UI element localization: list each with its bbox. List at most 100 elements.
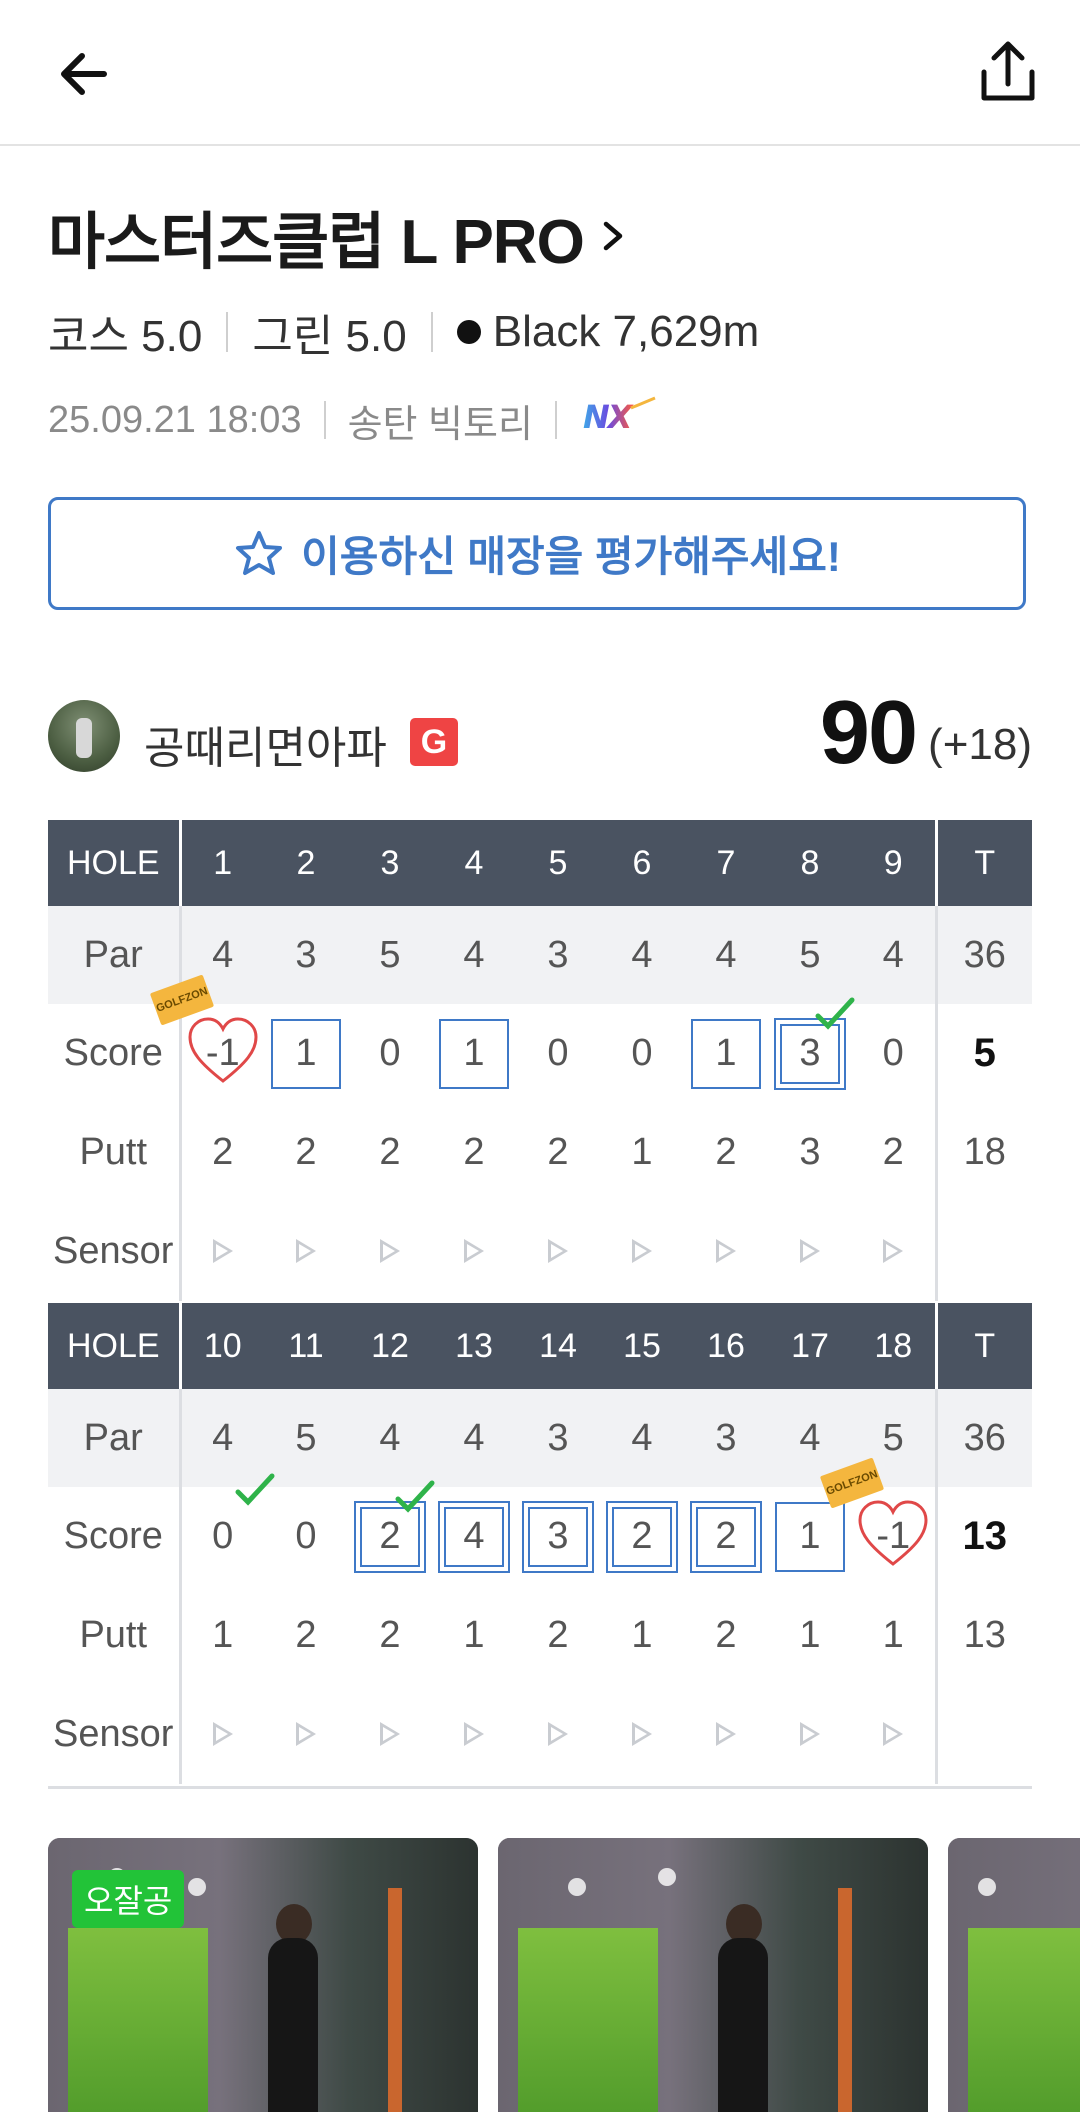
putt-value: 1 [180, 1586, 264, 1685]
svg-text:NX: NX [583, 398, 634, 436]
row-label-par: Par [48, 1389, 182, 1487]
score-value: 3 [799, 1032, 821, 1074]
par-value: 4 [600, 1389, 684, 1487]
sensor-play-icon[interactable] [296, 1722, 316, 1746]
hole-number: 7 [684, 820, 768, 906]
sensor-play-icon[interactable] [716, 1722, 736, 1746]
row-label-putt: Putt [48, 1103, 182, 1202]
sensor-cell [264, 1202, 348, 1301]
avatar[interactable] [48, 700, 120, 772]
sensor-play-icon[interactable] [212, 1239, 233, 1263]
par-value: 5 [348, 906, 432, 1004]
checkmark-icon [815, 997, 855, 1030]
round-datetime: 25.09.21 18:03 [48, 398, 302, 441]
score-value: 2 [379, 1515, 401, 1557]
birdie-score: -1 GOLFZON [820, 1456, 928, 1572]
score-value: 1 [295, 1032, 317, 1074]
sensor-play-icon[interactable] [800, 1722, 820, 1746]
double-bogey-score: 2 [690, 1500, 762, 1573]
rate-store-button[interactable]: 이용하신 매장을 평가해주세요! [48, 497, 1026, 610]
score-to-par: (+18) [928, 720, 1032, 769]
putt-total: 13 [934, 1586, 1032, 1685]
sensor-cell [684, 1685, 768, 1784]
sensor-cell [432, 1685, 516, 1784]
sensor-cell [516, 1685, 600, 1784]
double-bogey-score: 2 [354, 1480, 435, 1573]
par-value: 4 [432, 906, 516, 1004]
swing-thumbnail[interactable] [498, 1838, 928, 2112]
sensor-play-icon[interactable] [716, 1239, 736, 1263]
sensor-cell [768, 1202, 852, 1301]
sensor-cell [180, 1202, 264, 1301]
par-total: 36 [934, 906, 1032, 1004]
player-summary: 공때리면아파 G 90 (+18) [48, 683, 1032, 790]
score-cell: 1 [432, 1004, 516, 1103]
putt-value: 1 [600, 1586, 684, 1685]
putt-value: 2 [264, 1586, 348, 1685]
sensor-play-icon[interactable] [296, 1239, 316, 1263]
sensor-play-icon[interactable] [380, 1722, 400, 1746]
hole-number: 11 [264, 1303, 348, 1389]
par-value: 3 [264, 906, 348, 1004]
sensor-play-icon[interactable] [883, 1239, 904, 1263]
sensor-cell [180, 1685, 264, 1784]
par-score: 0 [523, 1019, 593, 1089]
par-score: 0 [607, 1019, 677, 1089]
par-value: 5 [768, 906, 852, 1004]
sensor-cell [852, 1685, 936, 1784]
row-label-hole: HOLE [48, 1303, 182, 1389]
row-label-hole: HOLE [48, 820, 182, 906]
score-cell: -1 GOLFZON [149, 973, 264, 1103]
top-app-bar [0, 0, 1080, 146]
sensor-total-empty [934, 1202, 1032, 1301]
round-meta: 25.09.21 18:03 송탄 빅토리 NX [48, 392, 659, 448]
score-value: 0 [547, 1032, 569, 1074]
sensor-play-icon[interactable] [548, 1722, 568, 1746]
sensor-play-icon[interactable] [632, 1722, 652, 1746]
tee-info: Black 7,629m [492, 307, 760, 356]
putt-value: 2 [684, 1586, 768, 1685]
score-cell: 4 [432, 1487, 516, 1586]
share-button[interactable] [972, 36, 1044, 108]
score-cell: 0 [600, 1004, 684, 1103]
sensor-play-icon[interactable] [800, 1239, 820, 1263]
back-button[interactable] [48, 38, 120, 110]
putt-value: 2 [348, 1586, 432, 1685]
putt-value: 2 [852, 1103, 936, 1202]
arrow-left-icon [61, 53, 107, 95]
par-value: 4 [852, 906, 936, 1004]
score-row: Score 0 0 2 4 3 2 2 1 -1 GOLFZON 13 [48, 1456, 1032, 1586]
row-label-score: Score [48, 1487, 182, 1586]
sensor-play-icon[interactable] [464, 1239, 484, 1263]
swing-thumbnail[interactable]: 오잘공 [48, 1838, 478, 2112]
sensor-play-icon[interactable] [548, 1239, 568, 1263]
putt-row: Putt 2 2 2 2 2 1 2 3 2 18 [48, 1103, 1032, 1202]
sensor-play-icon[interactable] [464, 1722, 484, 1746]
hole-number: 8 [768, 820, 852, 906]
par-score: 0 [271, 1502, 341, 1572]
star-outline-icon [236, 530, 283, 575]
double-bogey-score: 2 [606, 1500, 678, 1573]
course-title-link[interactable]: 마스터즈클럽 L PRO [48, 196, 628, 277]
hole-number: 10 [180, 1303, 264, 1389]
sensor-play-icon[interactable] [380, 1239, 400, 1263]
double-bogey-score: 3 [774, 997, 855, 1090]
score-value: 0 [631, 1032, 653, 1074]
score-value: 0 [212, 1515, 234, 1557]
hole-number: 16 [684, 1303, 768, 1389]
hole-number: 18 [852, 1303, 936, 1389]
sensor-play-icon[interactable] [632, 1239, 652, 1263]
sensor-play-icon[interactable] [883, 1722, 904, 1746]
putt-value: 2 [516, 1103, 600, 1202]
total-column-header: T [934, 820, 1032, 906]
score-cell: 0 [348, 1004, 432, 1103]
bogey-score: 1 [775, 1501, 845, 1572]
putt-value: 2 [348, 1103, 432, 1202]
score-cell: 3 [768, 997, 855, 1103]
sensor-play-icon[interactable] [212, 1722, 233, 1746]
scorecard-front-nine: HOLE 1 2 3 4 5 6 7 8 9 T Par 4 3 5 4 3 4 4 5 4 36 Score -1 GOLFZ… [48, 820, 1032, 1301]
hole-number: 15 [600, 1303, 684, 1389]
par-row: Par 4 5 4 4 3 4 3 4 5 36 [48, 1389, 1032, 1487]
swing-thumbnail[interactable] [948, 1838, 1080, 2112]
score-total: 13 [934, 1487, 1032, 1586]
